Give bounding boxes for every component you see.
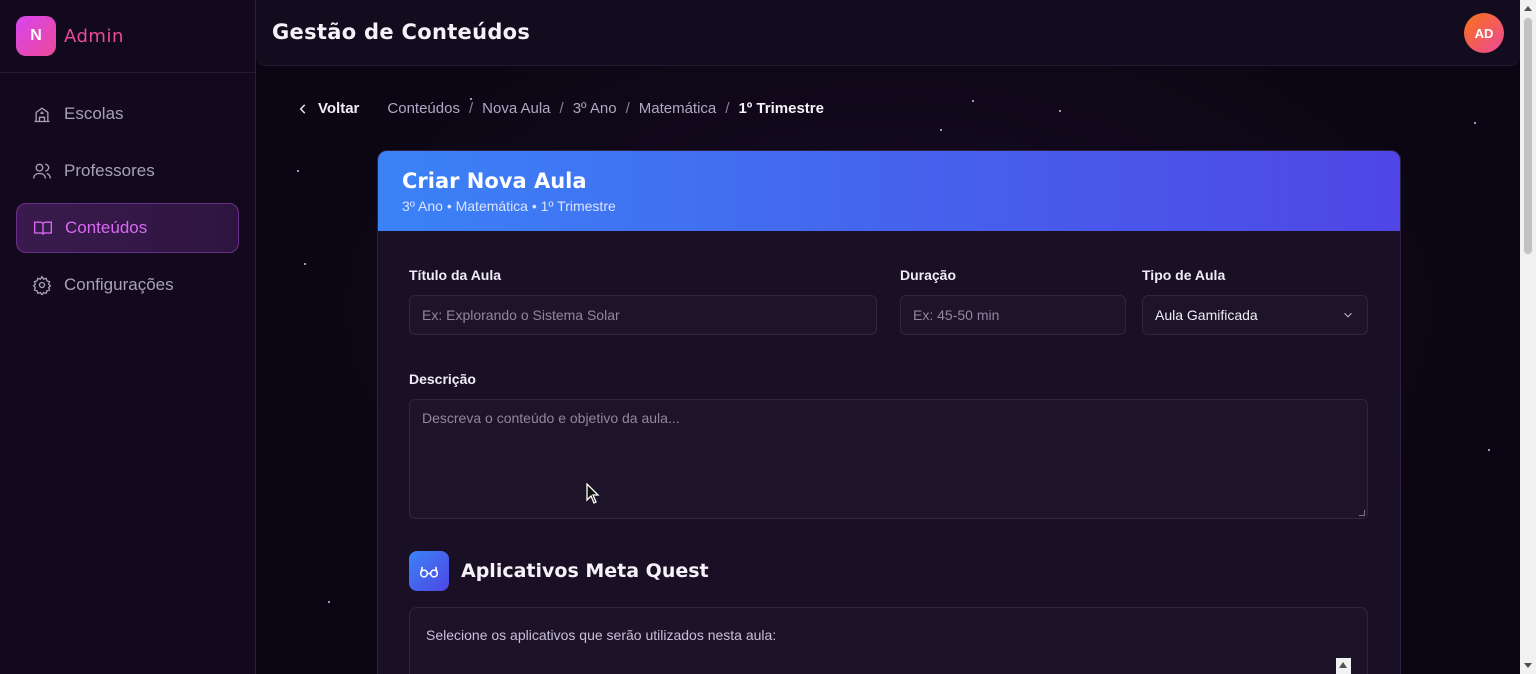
- vr-glasses-icon: [409, 551, 449, 591]
- breadcrumb-item-nova-aula[interactable]: Nova Aula: [482, 100, 550, 117]
- brand: N Admin: [0, 0, 255, 73]
- breadcrumb-separator: /: [725, 100, 730, 117]
- inner-scroll-up-button[interactable]: [1336, 658, 1351, 674]
- scroll-thumb[interactable]: [1524, 18, 1532, 254]
- breadcrumb-trail: Conteúdos / Nova Aula / 3º Ano / Matemát…: [387, 100, 824, 117]
- scroll-up-arrow[interactable]: [1524, 6, 1532, 11]
- star-decoration: [1488, 449, 1490, 451]
- resize-handle[interactable]: [1359, 510, 1365, 516]
- lesson-type-label: Tipo de Aula: [1142, 267, 1226, 283]
- sidebar-item-escolas[interactable]: Escolas: [16, 89, 239, 139]
- sidebar-nav: Escolas Professores Conteúdos Configuraç…: [0, 73, 255, 333]
- breadcrumb-item-conteudos[interactable]: Conteúdos: [387, 100, 460, 117]
- sidebar-item-label: Professores: [64, 161, 155, 180]
- main-content: Voltar Conteúdos / Nova Aula / 3º Ano / …: [256, 66, 1520, 674]
- breadcrumb-item-ano[interactable]: 3º Ano: [573, 100, 617, 117]
- apps-section-title: Aplicativos Meta Quest: [461, 560, 709, 582]
- sidebar-item-label: Configurações: [64, 275, 174, 294]
- book-open-icon: [34, 221, 52, 235]
- brand-name: Admin: [64, 25, 124, 47]
- star-decoration: [304, 263, 306, 265]
- page-title: Gestão de Conteúdos: [272, 20, 531, 44]
- duration-placeholder: Ex: 45-50 min: [913, 307, 1000, 323]
- brand-logo[interactable]: N: [16, 16, 56, 56]
- star-decoration: [328, 601, 330, 603]
- apps-hint: Selecione os aplicativos que serão utili…: [426, 627, 777, 643]
- lesson-title-placeholder: Ex: Explorando o Sistema Solar: [422, 307, 620, 323]
- star-decoration: [297, 170, 299, 172]
- gear-icon: [32, 275, 52, 295]
- sidebar-item-label: Escolas: [64, 104, 124, 123]
- back-button[interactable]: Voltar: [296, 100, 359, 117]
- avatar[interactable]: AD: [1464, 13, 1504, 53]
- description-placeholder: Descreva o conteúdo e objetivo da aula..…: [422, 410, 680, 426]
- star-decoration: [1059, 110, 1061, 112]
- star-decoration: [940, 129, 942, 131]
- star-decoration: [1474, 122, 1476, 124]
- breadcrumb-separator: /: [559, 100, 564, 117]
- description-textarea[interactable]: Descreva o conteúdo e objetivo da aula..…: [409, 399, 1368, 519]
- sidebar-item-professores[interactable]: Professores: [16, 146, 239, 196]
- sidebar-item-label: Conteúdos: [65, 218, 148, 237]
- apps-selection-box: Selecione os aplicativos que serão utili…: [409, 607, 1368, 674]
- create-lesson-card: Criar Nova Aula 3º Ano • Matemática • 1º…: [377, 150, 1401, 674]
- sidebar-item-configuracoes[interactable]: Configurações: [16, 260, 239, 310]
- lesson-type-select[interactable]: Aula Gamificada: [1142, 295, 1368, 335]
- card-title: Criar Nova Aula: [402, 169, 587, 193]
- card-header: Criar Nova Aula 3º Ano • Matemática • 1º…: [378, 151, 1400, 231]
- star-decoration: [972, 100, 974, 102]
- page-scrollbar[interactable]: [1520, 0, 1536, 674]
- scroll-down-arrow[interactable]: [1524, 663, 1532, 668]
- lesson-title-input[interactable]: Ex: Explorando o Sistema Solar: [409, 295, 877, 335]
- duration-label: Duração: [900, 267, 957, 283]
- breadcrumb-item-materia[interactable]: Matemática: [639, 100, 717, 117]
- description-label: Descrição: [409, 371, 476, 387]
- breadcrumb-item-trimestre: 1º Trimestre: [738, 100, 824, 117]
- breadcrumb-separator: /: [625, 100, 630, 117]
- chevron-left-icon: [299, 103, 306, 114]
- users-icon: [33, 163, 51, 179]
- chevron-down-icon: [1344, 312, 1352, 318]
- school-icon: [34, 107, 50, 123]
- sidebar-item-conteudos[interactable]: Conteúdos: [16, 203, 239, 253]
- duration-input[interactable]: Ex: 45-50 min: [900, 295, 1126, 335]
- mouse-cursor-icon: [586, 483, 600, 504]
- top-bar: Gestão de Conteúdos AD: [256, 0, 1520, 66]
- card-subtitle: 3º Ano • Matemática • 1º Trimestre: [402, 198, 616, 214]
- back-label: Voltar: [318, 100, 360, 117]
- sidebar: N Admin Escolas Professores Conteúdos Co…: [0, 0, 256, 674]
- lesson-type-value: Aula Gamificada: [1155, 307, 1258, 323]
- breadcrumb: Voltar Conteúdos / Nova Aula / 3º Ano / …: [296, 100, 824, 117]
- breadcrumb-separator: /: [468, 100, 474, 117]
- title-label: Título da Aula: [409, 267, 502, 283]
